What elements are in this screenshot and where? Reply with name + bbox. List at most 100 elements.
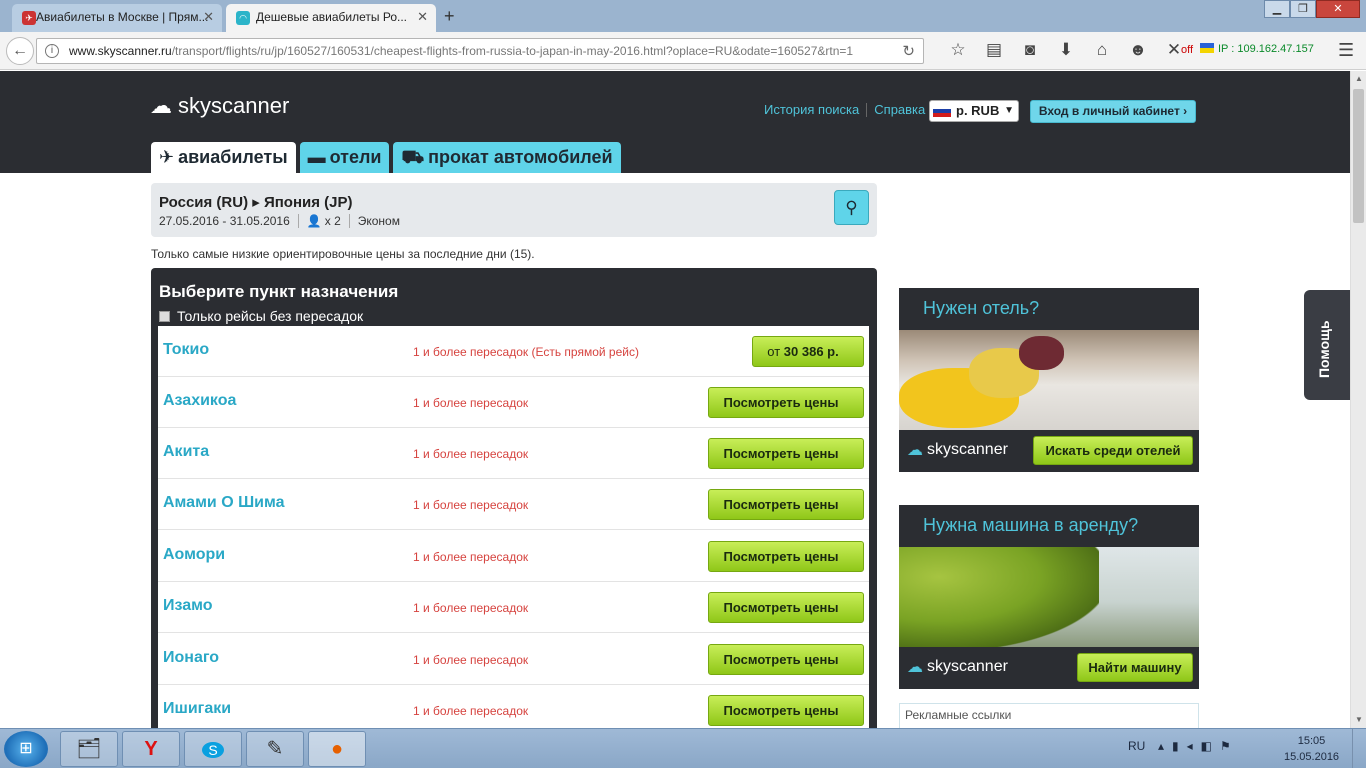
- destination-city[interactable]: Азахикоа: [163, 392, 236, 410]
- browser-tab-2[interactable]: ◠ Дешевые авиабилеты Ро... ✕: [226, 4, 436, 32]
- logo-text: skyscanner: [178, 93, 290, 118]
- minimize-icon[interactable]: ▁: [1264, 0, 1290, 18]
- currency-selector[interactable]: р. RUB ▼: [929, 100, 1019, 122]
- view-prices-button[interactable]: Посмотреть цены: [708, 438, 864, 469]
- new-tab-button[interactable]: +: [444, 4, 455, 28]
- destination-city[interactable]: Аомори: [163, 546, 225, 564]
- reading-list-icon[interactable]: ▤: [976, 40, 1012, 60]
- direct-only-checkbox[interactable]: [159, 310, 170, 322]
- search-hotels-button[interactable]: Искать среди отелей: [1033, 436, 1193, 465]
- home-icon[interactable]: ⌂: [1084, 40, 1120, 60]
- browser-tab-bar: ✈ Авиабилеты в Москве | Прям... ✕ ◠ Деше…: [0, 0, 1366, 32]
- login-button[interactable]: Вход в личный кабинет ›: [1030, 100, 1196, 123]
- tray-icons[interactable]: ▴▮◂◧⚑: [1158, 739, 1239, 753]
- skyscanner-logo: ☁ skyscanner: [907, 440, 1008, 460]
- pocket-icon[interactable]: ◙: [1012, 40, 1048, 60]
- destination-city[interactable]: Амами О Шима: [163, 494, 285, 512]
- divider: [866, 102, 868, 117]
- destination-row[interactable]: Акита 1 и более пересадок Посмотреть цен…: [158, 428, 869, 479]
- help-tab[interactable]: Помощь: [1304, 290, 1350, 400]
- firefox-icon[interactable]: ●: [308, 731, 366, 767]
- tab-car-hire[interactable]: ⛟ прокат автомобилей: [393, 142, 621, 173]
- destination-row-tokyo[interactable]: Токио 1 и более пересадок (Есть прямой р…: [158, 326, 869, 377]
- destinations-title: Выберите пункт назначения: [159, 282, 399, 301]
- stops-info: 1 и более пересадок (Есть прямой рейс): [413, 345, 639, 359]
- logo-text: skyscanner: [927, 658, 1008, 675]
- reload-icon[interactable]: ↻: [902, 42, 915, 60]
- info-icon[interactable]: i: [45, 44, 59, 58]
- scrollbar-thumb[interactable]: [1353, 89, 1364, 223]
- destination-row[interactable]: Изамо 1 и более пересадок Посмотреть цен…: [158, 582, 869, 633]
- price-prefix: от: [767, 344, 781, 359]
- destination-row[interactable]: Ионаго 1 и более пересадок Посмотреть це…: [158, 634, 869, 685]
- bookmark-star-icon[interactable]: ☆: [940, 40, 976, 60]
- destination-city[interactable]: Акита: [163, 443, 209, 461]
- direct-only-filter[interactable]: Только рейсы без пересадок: [159, 308, 363, 324]
- scroll-up-icon[interactable]: ▲: [1351, 71, 1366, 87]
- view-prices-button[interactable]: Посмотреть цены: [708, 695, 864, 726]
- find-car-button[interactable]: Найти машину: [1077, 653, 1193, 682]
- close-window-icon[interactable]: ✕: [1316, 0, 1360, 18]
- destination-row[interactable]: Аомори 1 и более пересадок Посмотреть це…: [158, 531, 869, 582]
- skype-icon[interactable]: S: [184, 731, 242, 767]
- car-icon: ⛟: [401, 147, 425, 167]
- button-label: Посмотреть цены: [723, 446, 839, 461]
- promo-footer: ☁ skyscanner Искать среди отелей: [899, 430, 1199, 472]
- browser-tab-title: Авиабилеты в Москве | Прям...: [36, 10, 209, 24]
- destination-city[interactable]: Токио: [163, 341, 209, 359]
- tab-hotels[interactable]: ▬ отели: [299, 142, 390, 173]
- view-prices-button[interactable]: Посмотреть цены: [708, 644, 864, 675]
- car-promo[interactable]: Нужна машина в аренду? ☁ skyscanner Найти…: [899, 505, 1199, 689]
- close-tab-icon[interactable]: ✕: [417, 4, 428, 30]
- destination-row[interactable]: Азахикоа 1 и более пересадок Посмотреть …: [158, 377, 869, 428]
- destination-row[interactable]: Ишигаки 1 и более пересадок Посмотреть ц…: [158, 685, 869, 728]
- view-prices-button[interactable]: Посмотреть цены: [708, 592, 864, 623]
- scroll-down-icon[interactable]: ▼: [1351, 712, 1366, 728]
- hotel-promo[interactable]: Нужен отель? ☁ skyscanner Искать среди от…: [899, 288, 1199, 472]
- stops-info: 1 и более пересадок: [413, 704, 529, 718]
- window-controls: ▁ ❐ ✕: [1264, 0, 1360, 18]
- search-icon: ⚲: [845, 198, 858, 217]
- destination-city[interactable]: Ионаго: [163, 649, 219, 667]
- edit-search-button[interactable]: ⚲: [834, 190, 869, 225]
- address-bar[interactable]: i www.skyscanner.ru/transport/flights/ru…: [36, 38, 924, 64]
- skyscanner-logo-icon: ☁: [907, 659, 923, 676]
- explorer-icon[interactable]: 🗂: [60, 731, 118, 767]
- notepad-icon[interactable]: ✎: [246, 731, 304, 767]
- download-icon[interactable]: ⬇: [1048, 40, 1084, 60]
- show-desktop-button[interactable]: [1352, 729, 1366, 768]
- windows-taskbar: ⊞ 🗂 Y S ✎ ● RU ▴▮◂◧⚑ 15:05 15.05.2016: [0, 728, 1366, 768]
- language-indicator[interactable]: RU: [1128, 739, 1145, 753]
- hamburger-menu-icon[interactable]: ☰: [1338, 40, 1354, 61]
- windows-start-icon[interactable]: ⊞: [4, 731, 48, 767]
- destination-city[interactable]: Ишигаки: [163, 700, 231, 718]
- skyscanner-logo: ☁ skyscanner: [907, 657, 1008, 677]
- yandex-browser-icon[interactable]: Y: [122, 731, 180, 767]
- skyscanner-logo[interactable]: ☁ skyscanner: [150, 93, 289, 119]
- system-clock[interactable]: 15:05 15.05.2016: [1284, 733, 1339, 765]
- page-scrollbar[interactable]: ▲ ▼: [1350, 71, 1366, 728]
- close-tab-icon[interactable]: ✕: [203, 4, 214, 30]
- maximize-icon[interactable]: ❐: [1290, 0, 1316, 18]
- view-prices-button[interactable]: Посмотреть цены: [708, 489, 864, 520]
- ip-address-label[interactable]: IP : 109.162.47.157: [1200, 43, 1314, 55]
- pillow-shape: [1019, 336, 1064, 370]
- url-text[interactable]: www.skyscanner.ru/transport/flights/ru/j…: [69, 44, 889, 58]
- search-history-link[interactable]: История поиска: [764, 102, 859, 117]
- price-button[interactable]: от 30 386 р.: [752, 336, 864, 367]
- browser-nav-bar: ← i www.skyscanner.ru/transport/flights/…: [0, 32, 1366, 70]
- tab-flights[interactable]: ✈ авиабилеты: [151, 142, 296, 173]
- back-arrow-icon[interactable]: ←: [6, 37, 34, 65]
- destination-city[interactable]: Изамо: [163, 597, 213, 615]
- view-prices-button[interactable]: Посмотреть цены: [708, 541, 864, 572]
- divider: [348, 214, 350, 228]
- browser-tab-1[interactable]: ✈ Авиабилеты в Москве | Прям... ✕: [12, 4, 222, 32]
- smiley-icon[interactable]: ☻: [1120, 40, 1156, 60]
- proxy-off-label[interactable]: off: [1181, 44, 1193, 56]
- destination-row[interactable]: Амами О Шима 1 и более пересадок Посмотр…: [158, 479, 869, 530]
- view-prices-button[interactable]: Посмотреть цены: [708, 387, 864, 418]
- help-link[interactable]: Справка: [874, 102, 925, 117]
- button-label: Посмотреть цены: [723, 497, 839, 512]
- currency-value: р. RUB: [956, 103, 1000, 118]
- bed-icon: ▬: [307, 147, 326, 167]
